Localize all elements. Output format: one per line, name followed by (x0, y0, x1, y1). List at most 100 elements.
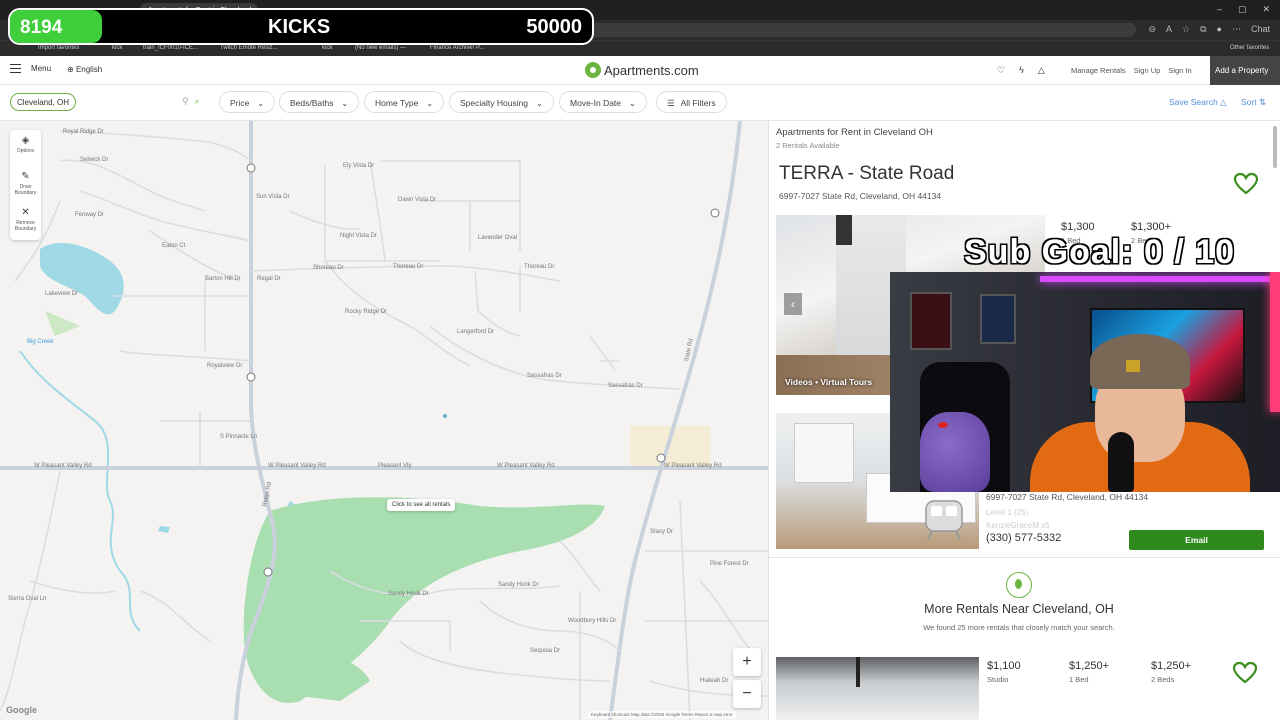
location-search[interactable]: Cleveland, OH ⚲ ⌕ (10, 93, 210, 111)
maximize-icon[interactable]: ▢ (1238, 4, 1247, 15)
globe-icon: ⊕ (67, 65, 74, 74)
beds-baths-filter[interactable]: Beds/Baths ⌄ (279, 91, 360, 113)
listing-price: $1,250+ (1151, 660, 1192, 672)
add-property-button[interactable]: Add a Property (1210, 56, 1280, 85)
hamburger-icon (10, 64, 21, 73)
minimize-icon[interactable]: – (1217, 4, 1222, 15)
search-icon[interactable]: ⌕ (195, 96, 200, 107)
bookmark-item[interactable]: Finance Archive! P... (430, 45, 484, 51)
map-street-label: Dawn Vista Dr (398, 197, 437, 203)
site-logo[interactable]: Apartments.com (585, 62, 699, 78)
map-attribution[interactable]: Keyboard shortcuts Map data ©2026 Google… (588, 711, 736, 718)
save-search-button[interactable]: Save Search △ (1169, 97, 1227, 108)
map-street-label: Hialeah Dr (700, 678, 729, 684)
all-filters-button[interactable]: ☰ All Filters (656, 91, 727, 113)
kicks-label: KICKS (268, 16, 331, 38)
location-tag[interactable]: Cleveland, OH (10, 93, 77, 111)
bookmark-item[interactable]: kick (322, 45, 332, 51)
kicks-counter-overlay: 8194 KICKS 50000 (8, 8, 594, 45)
manage-rentals-link[interactable]: Manage Rentals (1071, 66, 1126, 75)
listing-beds: 2 Beds (1151, 675, 1175, 684)
bookmark-item[interactable]: (No new emails) — (355, 45, 406, 51)
price-filter[interactable]: Price ⌄ (219, 91, 276, 113)
favorite-heart-icon[interactable] (1232, 661, 1258, 685)
map-view[interactable]: Royal Ridge Dr Sun Vista Dr Selwick Dr E… (0, 121, 768, 720)
listing-phone[interactable]: (330) 577-5332 (986, 532, 1061, 544)
favorite-star-icon[interactable]: ☆ (1182, 24, 1190, 35)
map-street-label: Sun Vista Dr (256, 194, 290, 200)
menu-button[interactable]: Menu (10, 64, 51, 73)
collections-icon[interactable]: ⧉ (1200, 24, 1206, 35)
other-favorites[interactable]: Other favorites (1230, 45, 1269, 51)
map-tools-panel: ◈ Options ✎ Draw Boundary ✕ Remove Boundary (10, 130, 41, 240)
favorites-heart-icon[interactable]: ♡ (997, 65, 1005, 76)
map-street-label: Night Vista Dr (340, 233, 377, 239)
more-rentals-title: More Rentals Near Cleveland, OH (924, 602, 1114, 616)
map-street-label: Shoreau Dr (313, 265, 344, 271)
map-options-button[interactable]: ◈ Options (10, 130, 41, 166)
chevron-left-icon[interactable]: ‹ (784, 293, 802, 315)
zoom-out-button[interactable]: − (733, 680, 761, 708)
header-links: Manage Rentals Sign Up Sign In (1071, 66, 1192, 75)
tool-label: Draw Boundary (14, 184, 37, 196)
more-menu-icon[interactable]: ⋯ (1232, 24, 1241, 35)
sign-in-link[interactable]: Sign In (1168, 66, 1191, 75)
bookmark-item[interactable]: Twitch Emote Resiz... (220, 45, 278, 51)
map-street-label: Sassafras Dr (608, 383, 643, 389)
favorite-heart-icon[interactable] (1233, 172, 1259, 196)
listing-photo[interactable] (776, 657, 979, 720)
zoom-in-button[interactable]: + (733, 648, 761, 676)
tool-label: Remove Boundary (14, 220, 37, 232)
zoom-icon[interactable]: ⊖ (1148, 24, 1156, 35)
window-controls: – ▢ ✕ (1217, 4, 1270, 15)
listing-title[interactable]: TERRA - State Road (779, 163, 954, 185)
tool-label: Options (16, 148, 35, 154)
filter-label: All Filters (680, 98, 716, 108)
map-street-label: Pine Forest Dr (710, 561, 749, 567)
close-icon[interactable]: ✕ (1262, 4, 1270, 15)
email-button[interactable]: Email (1129, 530, 1264, 550)
home-type-filter[interactable]: Home Type ⌄ (364, 91, 445, 113)
location-pin-icon[interactable]: ⚲ (182, 96, 189, 107)
read-aloud-icon[interactable]: A (1166, 24, 1172, 35)
chat-button[interactable]: Chat (1251, 24, 1270, 35)
filter-label: Specialty Housing (460, 98, 529, 108)
filter-label: Beds/Baths (290, 98, 334, 108)
specialty-housing-filter[interactable]: Specialty Housing ⌄ (449, 91, 554, 113)
map-street-label: W Pleasant Valley Rd (34, 463, 92, 469)
bookmark-item[interactable]: Import favorites (38, 45, 79, 51)
webcam-overlay (890, 272, 1280, 492)
lightning-icon[interactable]: ϟ (1019, 65, 1024, 76)
site-header: Menu ⊕ English Apartments.com ♡ ϟ △ Mana… (0, 56, 1280, 85)
photo-caption: Videos • Virtual Tours (785, 377, 873, 387)
kicks-count: 8194 (10, 10, 102, 43)
map-street-label: W Pleasant Valley Rd (664, 463, 722, 469)
filter-bar: Cleveland, OH ⚲ ⌕ Price ⌄ Beds/Baths ⌄ Hom… (0, 85, 1280, 121)
map-street-label: Regal Dr (257, 276, 281, 282)
language-selector[interactable]: ⊕ English (67, 65, 102, 74)
move-in-date-filter[interactable]: Move-In Date ⌄ (559, 91, 647, 113)
map-street-label: W Pleasant Valley Rd (268, 463, 326, 469)
hand-draw-icon: ✎ (21, 171, 30, 182)
map-street-label: Sassafras Dr (527, 373, 562, 379)
map-street-label: Sandy Hook Dr (498, 582, 539, 588)
sort-label: Sort (1241, 97, 1257, 107)
panel-scrollbar[interactable] (1273, 126, 1277, 168)
profile-icon[interactable]: ● (1217, 24, 1222, 35)
sub-goal-overlay: Sub Goal: 0 / 10 (964, 233, 1236, 271)
map-street-label: Woodbury Hills Dr (568, 618, 617, 624)
kicks-goal: 50000 (526, 16, 582, 38)
bell-icon[interactable]: △ (1038, 65, 1045, 76)
bookmark-item[interactable]: train_ICF0010-ICE... (143, 45, 198, 51)
see-all-rentals-tooltip[interactable]: Click to see all rentals (387, 499, 456, 511)
chevron-down-icon: ⌄ (341, 99, 349, 108)
logo-icon (585, 62, 601, 78)
filter-label: Move-In Date (570, 98, 622, 108)
sign-up-link[interactable]: Sign Up (1134, 66, 1161, 75)
chevron-down-icon: ⌄ (536, 99, 543, 108)
remove-boundary-button[interactable]: ✕ Remove Boundary (10, 202, 41, 238)
map-street-label: Sandy Hook Dr (388, 591, 429, 597)
bookmark-item[interactable]: kick (112, 45, 122, 51)
sort-button[interactable]: Sort ⇅ (1241, 97, 1266, 108)
draw-boundary-button[interactable]: ✎ Draw Boundary (10, 166, 41, 202)
